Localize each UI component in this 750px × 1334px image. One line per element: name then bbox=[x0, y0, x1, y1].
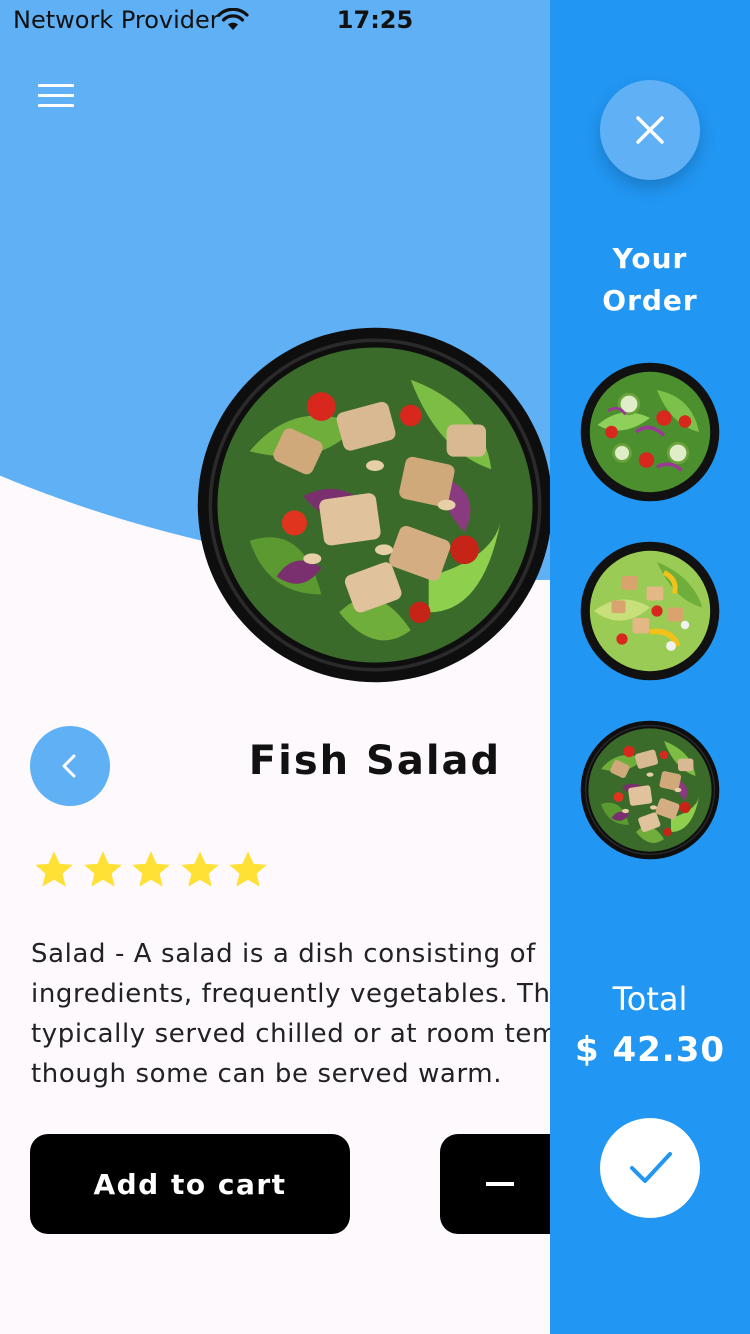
star-icon bbox=[229, 851, 267, 887]
star-icon bbox=[35, 851, 73, 887]
app-screen: Network Provider 17:25 Fish Salad Salad … bbox=[0, 0, 750, 1334]
dish-title: Fish Salad bbox=[248, 738, 502, 784]
back-button[interactable] bbox=[30, 726, 110, 806]
checkmark-icon bbox=[630, 1152, 672, 1183]
confirm-order-button[interactable] bbox=[600, 1118, 700, 1218]
total-amount: $ 42.30 bbox=[574, 1030, 726, 1070]
star-icon bbox=[83, 851, 122, 887]
order-item-chef-salad[interactable] bbox=[580, 541, 720, 681]
add-to-cart-button[interactable]: Add to cart bbox=[30, 1134, 350, 1234]
order-title: Your Order bbox=[602, 242, 698, 317]
close-button[interactable] bbox=[600, 80, 700, 180]
star-icon bbox=[180, 851, 219, 887]
total-label: Total bbox=[612, 980, 688, 1018]
order-panel: Your Order Total $ 42.30 bbox=[550, 0, 750, 1334]
hamburger-menu-icon[interactable] bbox=[38, 84, 74, 110]
close-icon bbox=[636, 116, 664, 144]
order-item-chicken-salad[interactable] bbox=[580, 720, 720, 860]
star-icon bbox=[132, 851, 170, 887]
minus-icon bbox=[486, 1182, 514, 1186]
dish-image bbox=[196, 326, 554, 684]
chevron-left-icon bbox=[62, 754, 76, 778]
order-item-garden-salad[interactable] bbox=[580, 362, 720, 502]
